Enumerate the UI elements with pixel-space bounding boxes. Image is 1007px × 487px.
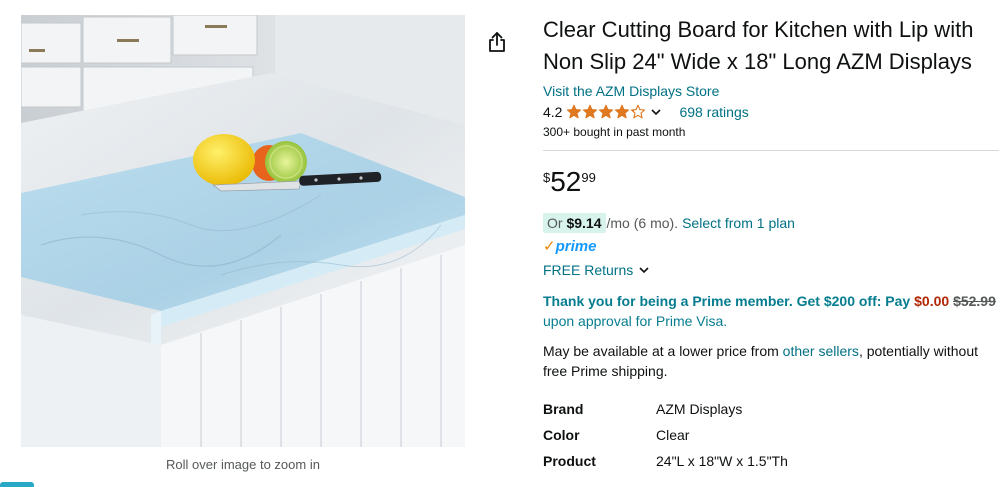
star-icon <box>599 104 614 119</box>
star-icon <box>615 104 630 119</box>
store-link[interactable]: Visit the AZM Displays Store <box>543 81 1003 101</box>
product-title: Clear Cutting Board for Kitchen with Lip… <box>543 17 974 74</box>
product-details: Clear Cutting Board for Kitchen with Lip… <box>543 14 1003 474</box>
monthly-term: /mo (6 mo). <box>606 215 679 231</box>
product-image[interactable] <box>21 15 465 447</box>
rating-row: 4.2 698 ratings <box>543 101 1003 123</box>
star-rating[interactable] <box>566 104 646 120</box>
sellers-text-before: May be available at a lower price from <box>543 343 779 359</box>
spec-row: Color Clear <box>543 422 1003 448</box>
select-plan-link[interactable]: Select from 1 plan <box>682 215 795 231</box>
spec-key: Product <box>543 453 596 469</box>
spec-row: Brand AZM Displays <box>543 396 1003 422</box>
or-label: Or <box>547 215 563 231</box>
free-returns[interactable]: FREE Returns <box>543 261 1003 279</box>
price-whole: 52 <box>550 166 582 197</box>
free-returns-label: FREE Returns <box>543 262 634 278</box>
feedback-tab[interactable] <box>0 482 34 487</box>
prime-logo: prime <box>555 238 597 255</box>
divider <box>543 150 999 151</box>
visa-offer-lead: Thank you for being a Prime member. Get … <box>543 293 911 309</box>
visa-old-price: $52.99 <box>953 293 996 309</box>
spec-key: Color <box>543 427 580 443</box>
other-sellers-note: May be available at a lower price from o… <box>543 341 1003 381</box>
price-symbol: $ <box>543 170 551 185</box>
price-fraction: 99 <box>581 170 596 185</box>
bought-past-month: 300+ bought in past month <box>543 125 686 139</box>
monthly-deal-pill: Or $9.14 <box>543 213 606 233</box>
share-icon <box>489 32 505 52</box>
spec-value: Clear <box>656 427 690 443</box>
visa-approval-text: upon approval for Prime Visa. <box>543 313 728 329</box>
star-icon <box>567 104 582 119</box>
monthly-amount: $9.14 <box>566 215 602 231</box>
visa-new-price: $0.00 <box>914 293 950 309</box>
monthly-payment: Or $9.14 /mo (6 mo). Select from 1 plan <box>543 212 1003 234</box>
spec-value: AZM Displays <box>656 401 743 417</box>
prime-badge[interactable]: ✓ prime <box>543 238 1003 256</box>
zoom-hint-text: Roll over image to zoom in <box>166 457 320 472</box>
chevron-down-icon <box>639 267 649 274</box>
star-icon <box>583 104 598 119</box>
other-sellers-link[interactable]: other sellers <box>783 343 859 359</box>
price: $ 52 99 <box>543 167 1003 201</box>
rating-value: 4.2 <box>543 104 563 120</box>
chevron-down-icon[interactable] <box>649 105 663 119</box>
spec-row: Product 24"L x 18"W x 1.5"Th <box>543 448 1003 474</box>
prime-visa-offer[interactable]: Thank you for being a Prime member. Get … <box>543 291 1003 331</box>
ratings-count-link[interactable]: 698 ratings <box>679 104 748 120</box>
product-specs: Brand AZM Displays Color Clear Product 2… <box>543 396 1003 474</box>
share-button[interactable] <box>485 30 509 54</box>
spec-key: Brand <box>543 401 584 417</box>
prime-check-icon: ✓ <box>543 238 556 255</box>
spec-value: 24"L x 18"W x 1.5"Th <box>656 453 788 469</box>
star-icon <box>631 104 646 119</box>
